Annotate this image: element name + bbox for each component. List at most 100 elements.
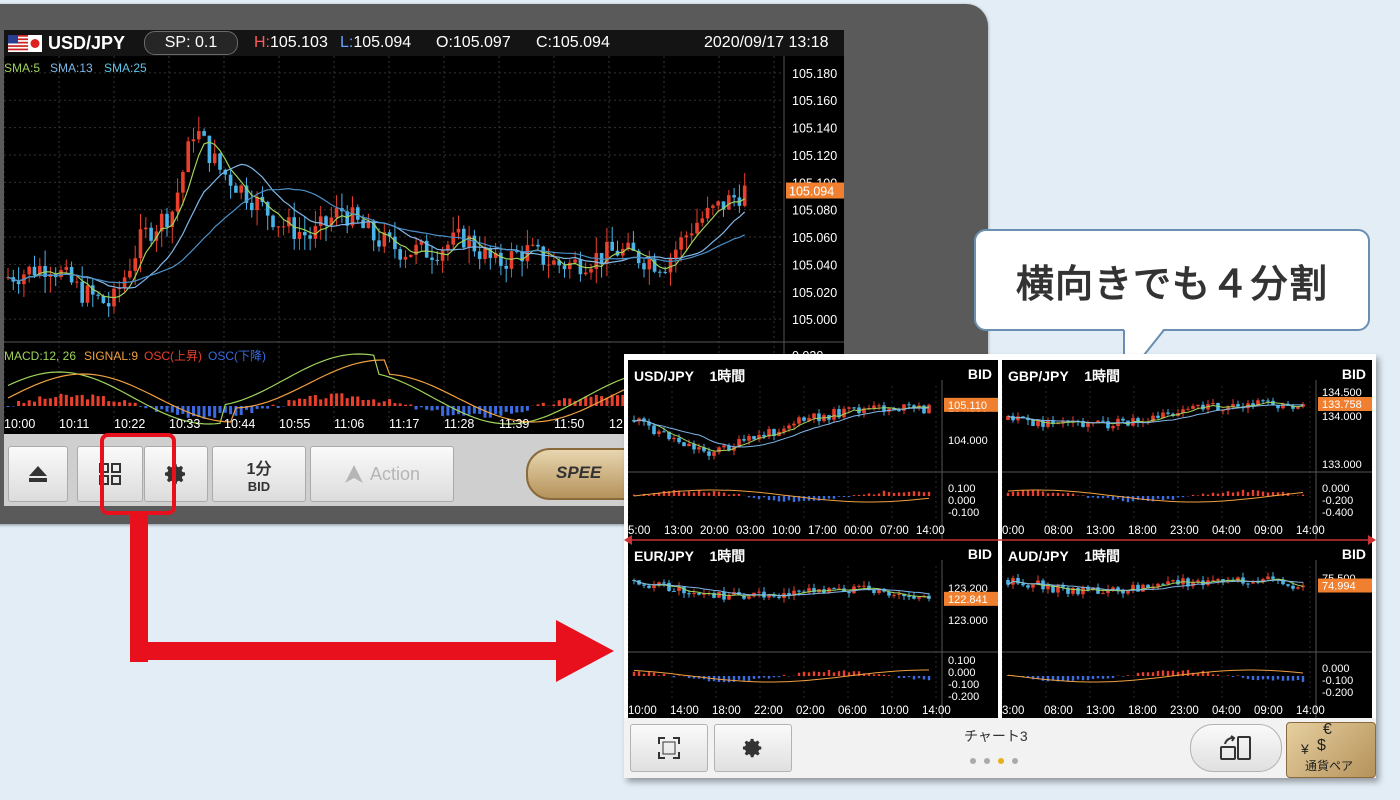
candle-body xyxy=(897,593,901,595)
osc-bar xyxy=(271,404,275,406)
macd-tick-label: 0.100 xyxy=(948,655,976,667)
macd-tick-label: 0.000 xyxy=(1322,663,1350,675)
time-tick-label: 02:00 xyxy=(796,705,825,717)
split-resize-handle[interactable] xyxy=(624,535,1376,545)
osc-bar xyxy=(812,671,816,676)
chart-datetime: 2020/09/17 13:18 xyxy=(704,34,829,51)
candle-body xyxy=(1121,418,1125,421)
osc-bar xyxy=(435,406,439,410)
candle-body xyxy=(366,222,371,229)
osc-bar xyxy=(1081,495,1085,496)
candle-body xyxy=(687,443,691,447)
osc-bar xyxy=(787,496,791,501)
osc-bar xyxy=(737,676,741,680)
quad-chart-eur-jpy[interactable]: EUR/JPY 1時間 BID 123.200 123.000 0.100 0.000 -0… xyxy=(628,540,998,720)
osc-bar xyxy=(1176,496,1180,498)
candle-body xyxy=(872,405,876,409)
osc-bar xyxy=(767,676,771,679)
osc-bar xyxy=(832,672,836,676)
pager-dot[interactable] xyxy=(970,758,976,764)
candle-body xyxy=(1111,426,1115,429)
currency-pair-button[interactable]: € ¥ $ 通貨ペア xyxy=(1286,721,1376,778)
candle-body xyxy=(657,431,661,435)
currency-pair[interactable]: USD/JPY xyxy=(48,33,125,54)
candle-body xyxy=(705,207,710,219)
quad-chart-aud-jpy[interactable]: AUD/JPY 1時間BID75.5000.000-0.100-0.2003:0… xyxy=(1002,540,1372,720)
candle-body xyxy=(727,195,731,210)
action-button[interactable]: Action xyxy=(310,446,454,502)
quad-candlestick-chart[interactable]: 134.500134.000133.0000.000-0.200-0.4000:… xyxy=(1002,360,1372,540)
candle-body xyxy=(802,417,806,421)
candle-body xyxy=(902,404,906,411)
quad-chart-gbp-jpy[interactable]: GBP/JPY 1時間 BID 134.500 134.000 133.000 0.000… xyxy=(1002,360,1372,540)
candle-body xyxy=(403,256,408,260)
rotate-button[interactable] xyxy=(1190,724,1282,772)
osc-bar xyxy=(557,400,561,406)
candle-body xyxy=(1196,404,1200,406)
candle-body xyxy=(1236,404,1240,407)
osc-bar xyxy=(757,676,761,679)
osc-bar xyxy=(887,675,891,676)
candle-body xyxy=(862,585,866,587)
price-tick-label: 105.020 xyxy=(792,286,837,300)
pager-dot[interactable] xyxy=(1012,758,1018,764)
timeframe-button[interactable]: 1分 BID xyxy=(212,446,306,502)
candle-body xyxy=(663,271,667,273)
candle-body xyxy=(1031,420,1035,427)
currency-pair-label: 通貨ペア xyxy=(1305,759,1354,773)
fullscreen-button[interactable] xyxy=(630,724,708,772)
candle-body xyxy=(1276,405,1280,409)
eject-button[interactable] xyxy=(8,446,68,502)
candle-body xyxy=(499,252,503,266)
time-tick-label: 11:28 xyxy=(444,417,474,431)
osc-bar xyxy=(1161,670,1165,676)
osc-bar xyxy=(1236,491,1240,496)
candle-body xyxy=(1216,579,1220,581)
candle-body xyxy=(707,451,711,456)
left-arrow-icon xyxy=(624,535,632,545)
osc-bar xyxy=(382,401,386,406)
time-tick-label: 11:06 xyxy=(334,417,364,431)
osc-bar xyxy=(388,399,392,406)
candle-body xyxy=(1166,581,1170,584)
osc-bar xyxy=(802,671,806,676)
sma5-line xyxy=(7,141,746,299)
quad-chart-usd-jpy[interactable]: USD/JPY 1時間BID104.500104.0000.1000.000-0… xyxy=(628,360,998,540)
tablet-settings-button[interactable] xyxy=(714,724,792,772)
osc-bar xyxy=(647,495,651,496)
macd-tick-label: 0.000 xyxy=(948,667,976,679)
osc-bar xyxy=(1036,490,1040,496)
osc-bar xyxy=(123,400,127,406)
low-label: L: xyxy=(340,34,354,51)
quad-candlestick-chart[interactable]: 75.5000.000-0.100-0.2003:0008:0013:0018:… xyxy=(1002,540,1372,720)
quad-candlestick-chart[interactable]: 104.500104.0000.1000.000-0.1005:0013:002… xyxy=(628,360,998,540)
osc-bar xyxy=(298,398,301,406)
candle-body xyxy=(872,590,876,594)
candle-body xyxy=(692,592,696,594)
osc-bar xyxy=(1221,492,1225,496)
osc-bar xyxy=(757,496,761,500)
osc-bar xyxy=(345,398,349,406)
candle-body xyxy=(239,185,243,193)
time-tick-label: 10:00 xyxy=(880,705,909,717)
osc-bar xyxy=(59,393,63,406)
osc-bar xyxy=(907,676,911,678)
osc-bar xyxy=(520,406,524,413)
osc-bar xyxy=(292,400,296,406)
time-tick-label: 14:00 xyxy=(1296,705,1325,717)
time-tick-label: 22:00 xyxy=(754,705,783,717)
osc-bar xyxy=(777,496,781,502)
time-tick-label: 11:50 xyxy=(554,417,584,431)
quad-candlestick-chart[interactable]: 123.200123.0000.1000.000-0.100-0.20010:0… xyxy=(628,540,998,720)
osc-bar xyxy=(6,406,10,408)
pager-dot-active[interactable] xyxy=(998,758,1004,764)
macd-tick-label: 0.000 xyxy=(1322,483,1350,495)
osc-bar xyxy=(335,393,339,406)
pager-dot[interactable] xyxy=(984,758,990,764)
osc-bar xyxy=(1241,676,1245,678)
dollar-symbol: $ xyxy=(1317,737,1326,754)
osc-bar xyxy=(742,676,746,681)
eject-icon xyxy=(29,466,47,482)
sma13-line xyxy=(7,163,746,289)
pager-dots[interactable] xyxy=(970,758,1018,764)
